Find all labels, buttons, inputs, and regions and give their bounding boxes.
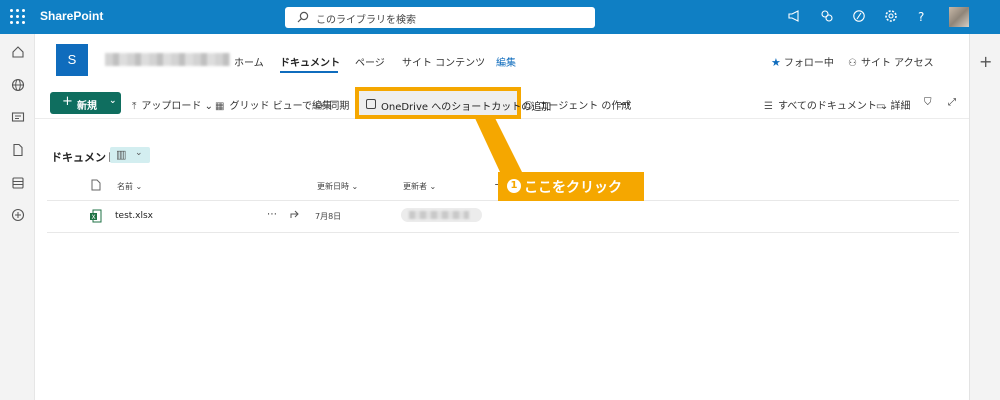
site-logo[interactable]: S bbox=[56, 44, 88, 76]
avatar[interactable] bbox=[949, 7, 969, 27]
left-rail bbox=[0, 34, 35, 400]
upload-label: アップロード bbox=[141, 101, 202, 112]
filter-icon[interactable]: ⛉ bbox=[924, 97, 932, 108]
list-icon[interactable] bbox=[11, 176, 25, 190]
upload-icon: ⤒ bbox=[132, 101, 137, 112]
nav-site-contents[interactable]: サイト コンテンツ bbox=[402, 54, 485, 69]
site-name-redacted bbox=[105, 53, 230, 66]
upload-button[interactable]: ⤒ アップロード ⌄ bbox=[132, 97, 213, 112]
details-pane-icon: ▭ bbox=[876, 101, 886, 112]
nav-documents[interactable]: ドキュメント bbox=[280, 54, 340, 69]
file-type-icon bbox=[91, 179, 101, 191]
grid-edit-button[interactable]: ▦ グリッド ビューで編集 bbox=[215, 97, 332, 112]
nav-pages[interactable]: ページ bbox=[355, 54, 385, 69]
column-name-label: 名前 bbox=[117, 182, 133, 191]
list-view-icon: ☰ bbox=[764, 101, 773, 112]
sharepoint-icon[interactable] bbox=[820, 9, 836, 25]
follow-label: フォロー中 bbox=[783, 58, 834, 69]
search-placeholder: このライブラリを検索 bbox=[316, 15, 416, 26]
app-brand[interactable]: SharePoint bbox=[40, 9, 103, 23]
more-options-icon[interactable]: ⋯ bbox=[267, 209, 278, 220]
follow-button[interactable]: ★ フォロー中 bbox=[771, 54, 834, 69]
details-button[interactable]: ▭ 詳細 bbox=[876, 97, 910, 112]
more-actions-button[interactable]: … bbox=[620, 97, 630, 108]
sync-icon: ⟳ bbox=[316, 101, 325, 112]
library-icon: ▥ bbox=[116, 148, 127, 161]
people-icon: ⚇ bbox=[848, 58, 857, 69]
library-view-switcher[interactable]: ▥ ⌄ bbox=[110, 147, 150, 163]
excel-file-icon: X bbox=[90, 209, 102, 223]
onedrive-shortcut-label: OneDrive へのショートカットの追加 bbox=[381, 102, 552, 113]
nav-active-indicator bbox=[280, 71, 338, 73]
help-icon[interactable]: ? bbox=[918, 10, 934, 26]
file-name-link[interactable]: test.xlsx bbox=[115, 211, 153, 221]
column-modified-label: 更新日時 bbox=[317, 182, 349, 191]
step-number-badge: 1 bbox=[507, 179, 521, 193]
add-icon[interactable]: + bbox=[979, 52, 992, 71]
create-agent-label: エージェント の作成 bbox=[538, 101, 632, 112]
chevron-down-icon: ⌄ bbox=[427, 182, 437, 191]
nav-home[interactable]: ホーム bbox=[234, 54, 264, 69]
column-header-name[interactable]: 名前 ⌄ bbox=[117, 181, 142, 192]
view-selector[interactable]: ☰ すべてのドキュメント ⌄ bbox=[764, 97, 888, 112]
plus-icon: + bbox=[62, 94, 73, 109]
chevron-down-icon: ⌄ bbox=[133, 182, 143, 191]
sync-label: 同期 bbox=[329, 101, 350, 112]
column-modified-by-label: 更新者 bbox=[403, 182, 427, 191]
column-header-modified[interactable]: 更新日時 ⌄ bbox=[317, 181, 358, 192]
library-title: ドキュメント bbox=[51, 151, 117, 164]
column-header-modified-by[interactable]: 更新者 ⌄ bbox=[403, 181, 436, 192]
svg-text:X: X bbox=[92, 214, 96, 221]
details-label: 詳細 bbox=[890, 101, 911, 112]
search-icon bbox=[297, 11, 309, 23]
site-access-label: サイト アクセス bbox=[860, 58, 934, 69]
document-icon[interactable] bbox=[11, 143, 25, 157]
callout-text: ここをクリック bbox=[524, 180, 622, 196]
row-divider bbox=[47, 232, 959, 233]
megaphone-icon[interactable] bbox=[787, 9, 803, 25]
home-icon[interactable] bbox=[11, 45, 25, 59]
nav-edit[interactable]: 編集 bbox=[496, 54, 516, 69]
expand-icon[interactable]: ⤢ bbox=[948, 97, 956, 108]
new-button[interactable]: + 新規 ⌄ bbox=[50, 92, 121, 114]
modified-date: 7月8日 bbox=[315, 212, 342, 221]
app-launcher-icon[interactable] bbox=[9, 8, 27, 26]
star-icon: ★ bbox=[771, 56, 781, 69]
copilot-icon[interactable] bbox=[852, 9, 868, 25]
chevron-down-icon: ⌄ bbox=[109, 96, 117, 106]
onedrive-shortcut-button[interactable]: OneDrive へのショートカットの追加 bbox=[355, 87, 551, 119]
new-label: 新規 bbox=[77, 101, 97, 112]
site-access-button[interactable]: ⚇ サイト アクセス bbox=[848, 54, 934, 69]
settings-icon[interactable] bbox=[884, 9, 900, 25]
globe-icon[interactable] bbox=[11, 78, 25, 92]
search-input[interactable]: このライブラリを検索 bbox=[285, 7, 595, 28]
chevron-down-icon: ⌄ bbox=[135, 148, 143, 158]
share-icon[interactable] bbox=[289, 209, 300, 220]
instruction-callout: 1 ここをクリック bbox=[498, 172, 644, 201]
grid-icon: ▦ bbox=[215, 101, 225, 112]
news-icon[interactable] bbox=[11, 110, 25, 124]
sync-button[interactable]: ⟳ 同期 bbox=[316, 97, 349, 112]
chevron-down-icon: ⌄ bbox=[349, 182, 359, 191]
right-panel: + bbox=[969, 34, 1000, 400]
chevron-down-icon: ⌄ bbox=[201, 101, 213, 112]
create-icon[interactable] bbox=[11, 208, 25, 222]
modified-by-redacted bbox=[401, 208, 482, 222]
suite-bar: SharePoint このライブラリを検索 ? bbox=[0, 0, 1000, 34]
main-content: S ホーム ドキュメント ページ サイト コンテンツ 編集 ★ フォロー中 ⚇ サイ… bbox=[35, 34, 969, 400]
view-selector-label: すべてのドキュメント bbox=[777, 101, 877, 112]
shortcut-icon bbox=[366, 99, 376, 109]
